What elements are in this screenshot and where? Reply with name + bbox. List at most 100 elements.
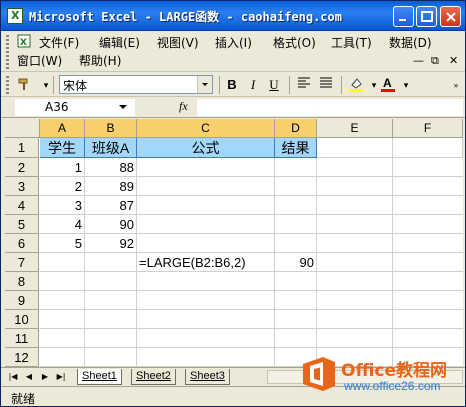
- formula-bar: A36 fx: [1, 98, 465, 118]
- column-header-a[interactable]: A: [40, 119, 85, 138]
- menu-grip[interactable]: [6, 35, 9, 69]
- gridline: [136, 158, 137, 367]
- menu-tools[interactable]: 工具(T): [331, 34, 372, 52]
- underline-button[interactable]: U: [265, 76, 283, 94]
- column-header-c[interactable]: C: [137, 119, 275, 138]
- column-header-e[interactable]: E: [317, 119, 393, 138]
- cell-a6[interactable]: 5: [40, 234, 85, 253]
- sheet-tab-2[interactable]: Sheet2: [131, 369, 176, 385]
- cell-b3[interactable]: 89: [85, 177, 137, 196]
- gridline: [274, 158, 275, 367]
- cell-a4[interactable]: 3: [40, 196, 85, 215]
- align-left-icon[interactable]: [295, 76, 313, 94]
- font-name-select[interactable]: 宋体: [59, 75, 213, 94]
- toolbar-separator: [219, 76, 220, 94]
- minimize-icon: [399, 19, 406, 21]
- row-header-12[interactable]: 12: [5, 348, 39, 367]
- cell-b2[interactable]: 88: [85, 158, 137, 177]
- row-header-7[interactable]: 7: [5, 253, 39, 272]
- last-sheet-icon[interactable]: ▶|: [55, 370, 67, 384]
- cell-b4[interactable]: 87: [85, 196, 137, 215]
- name-box-value: A36: [45, 100, 69, 114]
- status-text: 就绪: [11, 392, 36, 406]
- menu-bar: X 文件(F) 编辑(E) 视图(V) 插入(I) 格式(O) 工具(T) 数据…: [1, 32, 465, 72]
- cell-c1[interactable]: 公式: [137, 138, 275, 158]
- cell-a1[interactable]: 学生: [40, 138, 85, 158]
- column-header-d[interactable]: D: [275, 119, 317, 138]
- cell-b6[interactable]: 92: [85, 234, 137, 253]
- row-header-5[interactable]: 5: [5, 215, 39, 234]
- row-header-4[interactable]: 4: [5, 196, 39, 215]
- cell-e1[interactable]: [317, 138, 393, 158]
- menu-edit[interactable]: 编辑(E): [99, 34, 140, 52]
- minimize-button[interactable]: [393, 6, 414, 27]
- row-header-10[interactable]: 10: [5, 310, 39, 329]
- row-header-6[interactable]: 6: [5, 234, 39, 253]
- select-all-corner[interactable]: [5, 119, 40, 138]
- cell-d7-result[interactable]: 90: [275, 253, 317, 272]
- align-justify-icon[interactable]: [317, 76, 335, 94]
- excel-doc-icon[interactable]: X: [17, 34, 31, 52]
- name-box[interactable]: A36: [15, 99, 135, 116]
- svg-text:A: A: [383, 76, 392, 90]
- cell-a5[interactable]: 4: [40, 215, 85, 234]
- cell-b5[interactable]: 90: [85, 215, 137, 234]
- row-header-3[interactable]: 3: [5, 177, 39, 196]
- window-title: Microsoft Excel - LARGE函数 - caohaifeng.c…: [29, 10, 342, 24]
- cell-a3[interactable]: 2: [40, 177, 85, 196]
- maximize-button[interactable]: [416, 6, 437, 27]
- toolbar-grip[interactable]: [6, 76, 9, 94]
- logo-subtitle: www.office26.com: [344, 379, 441, 393]
- font-color-dropdown-icon[interactable]: ▾: [397, 76, 415, 94]
- column-header-b[interactable]: B: [85, 119, 137, 138]
- gridline: [84, 158, 85, 367]
- doc-minimize-icon[interactable]: —: [413, 54, 424, 67]
- office-logo-icon: [303, 357, 335, 391]
- sheet-tab-3[interactable]: Sheet3: [185, 369, 230, 385]
- format-painter-icon[interactable]: [15, 76, 33, 94]
- row-header-9[interactable]: 9: [5, 291, 39, 310]
- cell-a2[interactable]: 1: [40, 158, 85, 177]
- gridline: [316, 158, 317, 367]
- cell-d1[interactable]: 结果: [275, 138, 317, 158]
- column-header-f[interactable]: F: [393, 119, 463, 138]
- next-sheet-icon[interactable]: ▶: [39, 370, 51, 384]
- toolbar-overflow-chevron-icon[interactable]: »: [447, 76, 465, 94]
- excel-app-icon[interactable]: [7, 8, 23, 24]
- row-header-11[interactable]: 11: [5, 329, 39, 348]
- toolbar-separator: [289, 76, 290, 94]
- prev-sheet-icon[interactable]: ◀: [23, 370, 35, 384]
- cell-b1[interactable]: 班级A: [85, 138, 137, 158]
- name-box-chevron-down-icon[interactable]: [119, 105, 127, 109]
- insert-function-icon[interactable]: fx: [179, 99, 188, 114]
- row-header-2[interactable]: 2: [5, 158, 39, 177]
- worksheet-grid[interactable]: A B C D E F 1 2 3 4 5 6 7 8 9 10 11 12 学…: [5, 119, 463, 367]
- menu-help[interactable]: 帮助(H): [79, 52, 121, 70]
- menu-window[interactable]: 窗口(W): [17, 52, 62, 70]
- maximize-icon: [421, 11, 433, 22]
- doc-close-icon[interactable]: ✕: [449, 54, 458, 67]
- menu-file[interactable]: 文件(F): [39, 34, 79, 52]
- close-button[interactable]: [440, 6, 461, 27]
- italic-button[interactable]: I: [244, 76, 262, 94]
- first-sheet-icon[interactable]: |◀: [7, 370, 19, 384]
- cell-c7-formula[interactable]: =LARGE(B2:B6,2): [137, 253, 275, 272]
- menu-format[interactable]: 格式(O): [273, 34, 316, 52]
- menu-view[interactable]: 视图(V): [157, 34, 199, 52]
- excel-window: Microsoft Excel - LARGE函数 - caohaifeng.c…: [0, 0, 466, 407]
- cell-f1[interactable]: [393, 138, 463, 158]
- gridline: [392, 158, 393, 367]
- row-header-8[interactable]: 8: [5, 272, 39, 291]
- title-bar[interactable]: Microsoft Excel - LARGE函数 - caohaifeng.c…: [1, 1, 465, 31]
- menu-insert[interactable]: 插入(I): [215, 34, 252, 52]
- fill-color-icon[interactable]: [347, 76, 365, 94]
- formula-input[interactable]: [197, 99, 463, 116]
- doc-restore-icon[interactable]: ⧉: [431, 54, 439, 68]
- bold-button[interactable]: B: [223, 76, 241, 94]
- row-header-1[interactable]: 1: [5, 138, 39, 158]
- sheet-tab-1[interactable]: Sheet1: [77, 369, 122, 385]
- office26-logo: Office教程网 www.office26.com: [299, 351, 465, 403]
- chevron-down-icon[interactable]: [197, 76, 212, 93]
- font-color-icon[interactable]: A: [379, 76, 397, 94]
- menu-data[interactable]: 数据(D): [389, 34, 432, 52]
